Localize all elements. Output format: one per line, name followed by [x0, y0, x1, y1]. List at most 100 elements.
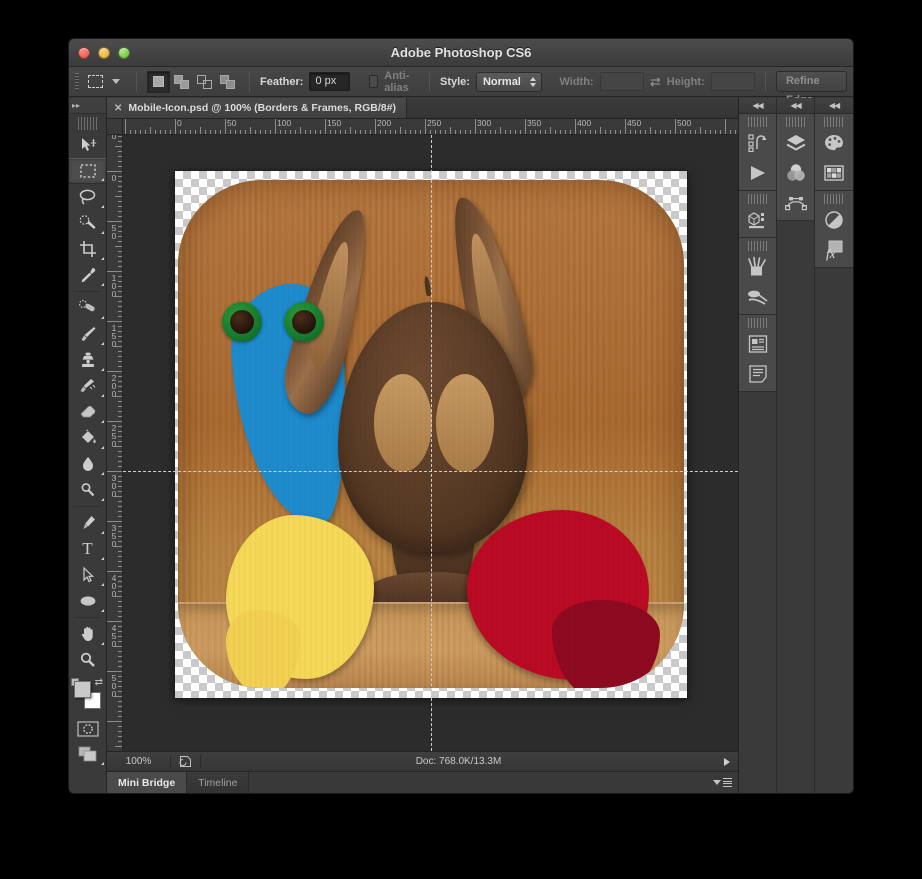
collapse-arrows-icon[interactable]: ◀◀ [777, 98, 814, 114]
panel-group-grip[interactable] [748, 318, 767, 328]
tab-mini-bridge[interactable]: Mini Bridge [107, 772, 188, 793]
ruler-tick [118, 261, 122, 262]
history-panel-icon[interactable] [739, 128, 776, 158]
dodge-tool[interactable] [69, 477, 106, 503]
width-input[interactable] [599, 72, 644, 91]
panel-group-grip[interactable] [748, 117, 767, 127]
ruler-tick [360, 130, 361, 134]
paragraph-panel-icon[interactable] [739, 359, 776, 389]
document-tab[interactable]: ✕ Mobile-Icon.psd @ 100% (Borders & Fram… [107, 98, 407, 118]
ruler-tick [118, 556, 122, 557]
clone-stamp-tool[interactable] [69, 347, 106, 373]
styles-panel-icon[interactable]: fx [815, 235, 853, 265]
swap-arrows-icon[interactable]: ⇄ [650, 74, 661, 90]
panel-group-grip[interactable] [786, 117, 805, 127]
panel-group-grip[interactable] [824, 117, 844, 127]
close-window-button[interactable] [78, 47, 90, 59]
adjustments-panel-icon[interactable] [815, 205, 853, 235]
type-tool[interactable]: T [69, 536, 106, 562]
move-tool[interactable] [69, 132, 106, 158]
chevron-down-icon [112, 79, 121, 84]
tools-panel-grip[interactable] [78, 117, 97, 130]
options-bar-grip[interactable] [75, 72, 80, 91]
foreground-color-swatch[interactable] [74, 681, 91, 698]
zoom-window-button[interactable] [118, 47, 130, 59]
path-selection-tool[interactable] [69, 562, 106, 588]
ruler-tick [160, 130, 161, 134]
horizontal-ruler[interactable]: 0 50 100 150 200 250 300 350 400 450 500 [123, 119, 738, 135]
new-selection-button[interactable] [147, 70, 171, 93]
pen-tool[interactable] [69, 510, 106, 536]
zoom-tool[interactable] [69, 647, 106, 673]
ruler-tick [107, 171, 122, 172]
intersect-with-selection-button[interactable] [216, 71, 239, 93]
swatches-panel-icon[interactable] [815, 158, 853, 188]
layers-panel-icon[interactable] [777, 128, 814, 158]
add-to-selection-button[interactable] [170, 71, 193, 93]
collapse-arrows-icon[interactable]: ◀◀ [815, 98, 853, 114]
feather-input[interactable]: 0 px [309, 72, 350, 91]
screen-mode-button[interactable] [69, 741, 106, 767]
canvas-viewport[interactable] [123, 135, 738, 751]
minimize-window-button[interactable] [98, 47, 110, 59]
swap-colors-icon[interactable]: ⇄ [95, 677, 103, 688]
ruler-tick [730, 130, 731, 134]
tab-timeline[interactable]: Timeline [187, 772, 250, 793]
ruler-corner[interactable] [107, 119, 123, 135]
panel-group-grip[interactable] [824, 194, 844, 204]
vertical-ruler[interactable]: 50050100150200250300350400450500 [107, 135, 123, 751]
tools-panel-collapse-button[interactable]: ▸▸ [69, 98, 106, 114]
rectangular-marquee-icon[interactable] [87, 71, 104, 93]
clone-stamp-icon [81, 352, 94, 367]
blob-red-tail [552, 600, 660, 688]
hand-tool[interactable] [69, 621, 106, 647]
character-panel-icon[interactable] [739, 329, 776, 359]
crop-tool[interactable] [69, 236, 106, 262]
brush-presets-panel-icon[interactable] [739, 252, 776, 282]
blur-tool[interactable] [69, 451, 106, 477]
gradient-tool[interactable] [69, 425, 106, 451]
ellipse-shape-tool[interactable] [69, 588, 106, 614]
panel-menu-icon[interactable] [713, 778, 732, 787]
eraser-tool[interactable] [69, 399, 106, 425]
lasso-tool[interactable] [69, 184, 106, 210]
brush-tool[interactable] [69, 321, 106, 347]
rectangular-marquee-tool[interactable] [69, 158, 106, 184]
status-expand-button[interactable] [716, 757, 738, 766]
channels-panel-icon[interactable] [777, 158, 814, 188]
svg-text:fx: fx [826, 246, 836, 261]
history-brush-tool[interactable] [69, 373, 106, 399]
close-x-icon[interactable]: ✕ [114, 103, 122, 114]
paths-panel-icon[interactable] [777, 188, 814, 218]
panel-group-grip[interactable] [748, 194, 767, 204]
panel-group-grip[interactable] [748, 241, 767, 251]
ruler-tick [485, 130, 486, 134]
ruler-tick [118, 241, 122, 242]
marquee-icon [79, 164, 96, 178]
zoom-level-field[interactable]: 100% [107, 756, 171, 767]
color-panel-icon[interactable] [815, 128, 853, 158]
ruler-tick [118, 661, 122, 662]
history-brush-icon [80, 379, 95, 393]
ruler-tick [260, 130, 261, 134]
tool-preset-picker-button[interactable] [110, 79, 126, 84]
height-input[interactable] [710, 72, 755, 91]
eyedropper-tool[interactable] [69, 262, 106, 288]
subtract-from-selection-button[interactable] [193, 71, 216, 93]
anti-alias-checkbox[interactable] [368, 75, 379, 88]
ruler-tick [118, 666, 122, 667]
height-label: Height: [666, 75, 705, 88]
document-proxy-icon[interactable] [171, 755, 201, 768]
ruler-tick [118, 656, 122, 657]
actions-panel-icon[interactable] [739, 158, 776, 188]
spot-healing-brush-tool[interactable] [69, 295, 106, 321]
quick-mask-button[interactable] [69, 717, 106, 741]
brush-panel-icon[interactable] [739, 282, 776, 312]
guide-vertical[interactable] [431, 135, 432, 751]
quick-selection-tool[interactable] [69, 210, 106, 236]
collapse-arrows-icon[interactable]: ◀◀ [739, 98, 776, 114]
style-select[interactable]: Normal [475, 71, 542, 92]
refine-edge-button[interactable]: Refine Edge... [775, 71, 847, 106]
3d-panel-icon[interactable] [739, 205, 776, 235]
ruler-tick [455, 130, 456, 134]
